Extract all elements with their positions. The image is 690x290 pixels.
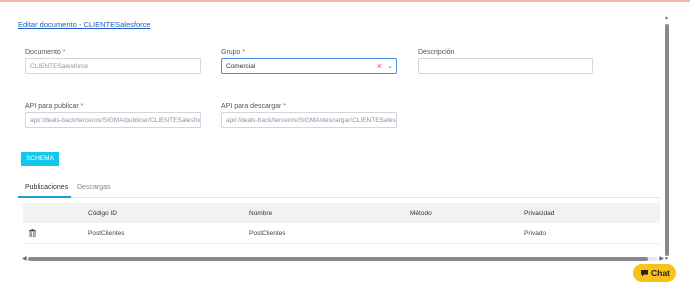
scroll-down-icon[interactable]: ▼ [664,256,669,262]
page-title[interactable]: Editar documento - CLIENTESalesforce [18,20,151,29]
table-header: Código ID Nombre Método Privacidad [23,203,660,223]
descripcion-input[interactable] [418,58,593,74]
scroll-thumb[interactable] [28,257,648,261]
vertical-scrollbar[interactable]: ▲ ▼ [664,12,670,262]
chat-button[interactable]: Chat [633,264,676,282]
column-header-nombre[interactable]: Nombre [249,210,272,217]
api-publicar-label: API para publicar * [25,103,84,110]
grupo-select-value: Comercial [226,63,256,70]
column-header-metodo[interactable]: Método [410,210,432,217]
api-publicar-input[interactable]: api/:/deals-back/terceros/SIGMA/publicar… [25,112,201,128]
tab-publicaciones[interactable]: Publicaciones [25,184,68,191]
grupo-select[interactable]: Comercial × ⌄ [221,58,397,74]
vertical-scroll-thumb[interactable] [665,24,669,256]
schema-button[interactable]: SCHEMA [21,152,59,166]
table-row: PostClientes PostClientes Privado [23,224,660,244]
horizontal-scrollbar[interactable]: ◀ ▶ [22,256,664,262]
scroll-up-icon[interactable]: ▲ [664,15,669,21]
active-tab-indicator [18,196,71,198]
cell-privacidad: Privado [524,230,547,237]
documento-input[interactable]: CLIENTESalesforce [25,58,201,74]
chat-label: Chat [651,268,670,278]
chat-bubble-icon [640,269,649,279]
documento-label: Documento * [25,49,66,56]
descripcion-label: Descripción [418,49,455,56]
api-descargar-input[interactable]: api/:/deals-back/terceros/SIGMA/descarga… [221,112,397,128]
chevron-down-icon[interactable]: ⌄ [387,62,393,70]
clear-icon[interactable]: × [377,61,382,71]
api-descargar-label: API para descargar * [221,103,286,110]
tabs-bar: Publicaciones Descargas [18,182,660,198]
cell-nombre: PostClientes [249,230,286,237]
tab-descargas[interactable]: Descargas [77,184,110,191]
grupo-label: Grupo * [221,49,246,56]
trash-icon[interactable] [29,229,36,239]
column-header-privacidad[interactable]: Privacidad [524,210,554,217]
cell-codigo: PostClientes [88,230,125,237]
top-accent-bar [0,0,690,2]
column-header-codigo[interactable]: Código ID [88,210,117,217]
scroll-left-icon[interactable]: ◀ [22,255,27,262]
